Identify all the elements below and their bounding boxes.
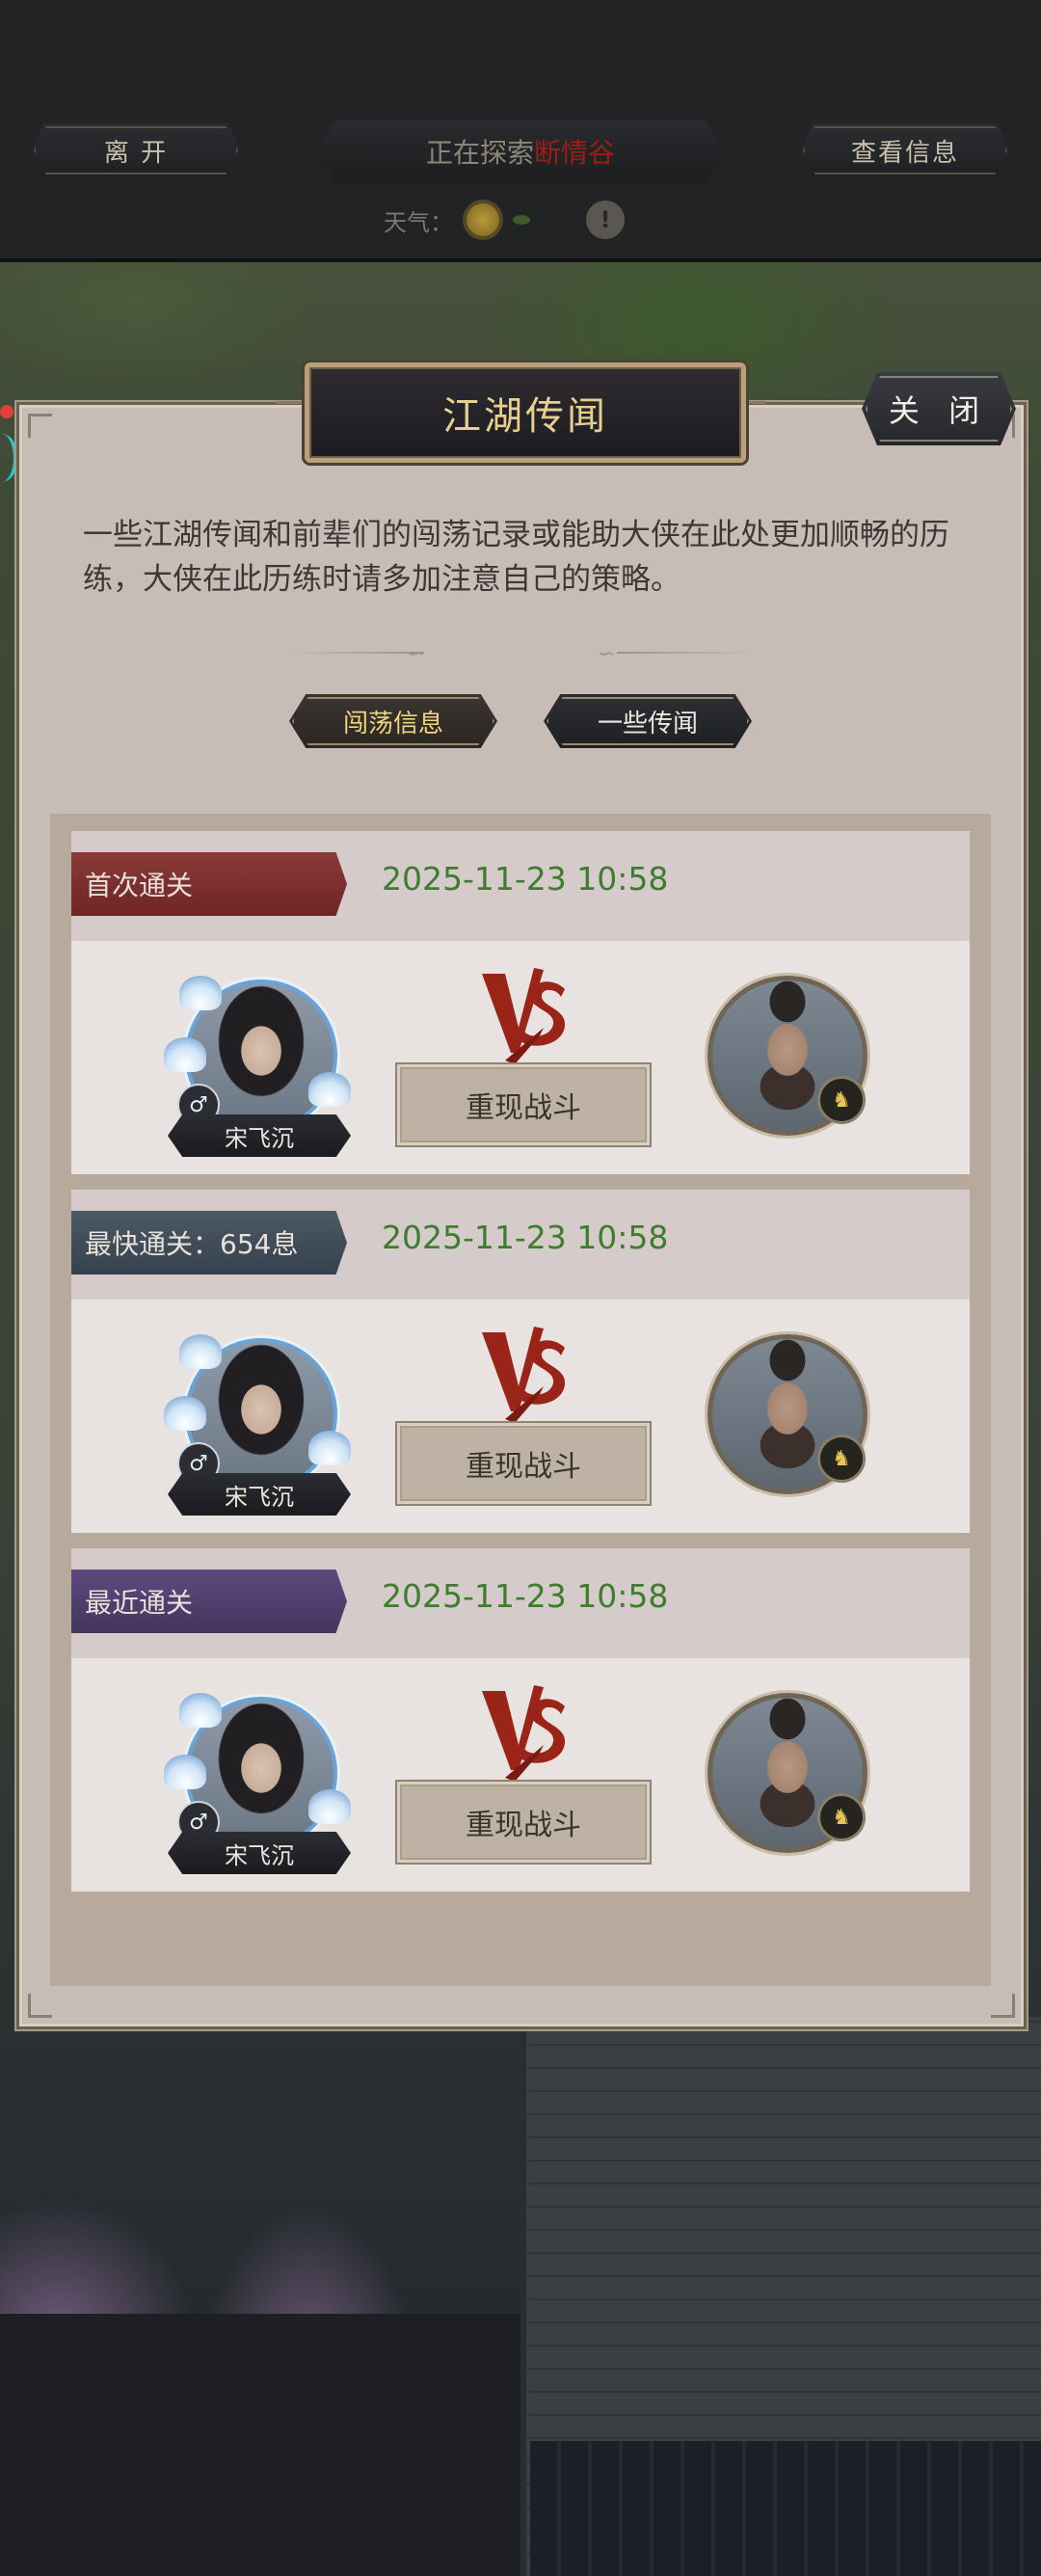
- corner-ornament: [28, 414, 52, 438]
- record-header: 最近通关 2025-11-23 10:58: [71, 1548, 970, 1658]
- record-header: 最快通关：654息 2025-11-23 10:58: [71, 1190, 970, 1300]
- view-info-button[interactable]: 查看信息: [800, 123, 1010, 177]
- title-ornament-left: [276, 401, 303, 419]
- gender-symbol: ♂: [189, 1810, 208, 1835]
- wave-ornament: [164, 1755, 206, 1789]
- wave-ornament: [179, 976, 222, 1010]
- swirl-ornament: ∽: [407, 642, 425, 666]
- wave-ornament: [164, 1037, 206, 1072]
- wave-ornament: [308, 1789, 351, 1824]
- view-info-label: 查看信息: [850, 138, 959, 168]
- wave-ornament: [179, 1334, 222, 1369]
- swirl-ornament: ∽: [598, 642, 616, 666]
- location-name: 断情谷: [534, 137, 616, 169]
- leave-label: 离 开: [103, 138, 169, 168]
- wave-ornament: [308, 1431, 351, 1465]
- record-body: ♂ 宋飞沉 重现战斗 ♞: [71, 941, 970, 1174]
- divider-left: [289, 652, 424, 654]
- exploring-location-banner: 正在探索 断情谷: [316, 120, 725, 183]
- corner-ornament: [991, 1994, 1015, 2018]
- record-badge: 最快通关：654息: [71, 1211, 347, 1275]
- enemy-rank-icon: ♞: [817, 1793, 866, 1841]
- panel-description: 一些江湖传闻和前辈们的闯荡记录或能助大侠在此处更加顺畅的历练，大侠在此历练时请多…: [83, 518, 949, 597]
- replay-label: 重现战斗: [466, 1450, 581, 1484]
- panel-title: 江湖传闻: [305, 362, 746, 463]
- record-header: 首次通关 2025-11-23 10:58: [71, 831, 970, 941]
- record-body: ♂ 宋飞沉 重现战斗 ♞: [71, 1658, 970, 1892]
- wave-ornament: [179, 1693, 222, 1728]
- weather-label: 天气：: [384, 208, 453, 236]
- player-portrait[interactable]: ♂ 宋飞沉: [164, 976, 351, 1157]
- record-badge: 首次通关: [71, 852, 347, 916]
- close-label: 关 闭: [888, 392, 990, 429]
- leaf-icon: [513, 215, 530, 225]
- player-name: 宋飞沉: [225, 1124, 294, 1152]
- player-name-plate: 宋飞沉: [168, 1473, 351, 1516]
- gender-symbol: ♂: [189, 1451, 208, 1476]
- player-name-plate: 宋飞沉: [168, 1832, 351, 1874]
- sun-icon: [467, 203, 499, 236]
- player-portrait[interactable]: ♂ 宋飞沉: [164, 1334, 351, 1516]
- weather-indicator: 天气： !: [384, 201, 625, 239]
- corner-ornament: [28, 1994, 52, 2018]
- top-bar: 离 开 正在探索 断情谷 查看信息 天气： !: [0, 0, 1041, 262]
- record-badge-text: 最快通关：654息: [85, 1228, 299, 1260]
- replay-label: 重现战斗: [466, 1091, 581, 1125]
- enemy-rank-icon: ♞: [817, 1076, 866, 1124]
- replay-label: 重现战斗: [466, 1809, 581, 1842]
- record-badge-text: 首次通关: [85, 870, 194, 901]
- record-time: 2025-11-23 10:58: [382, 860, 669, 898]
- record-card: 首次通关 2025-11-23 10:58 ♂ 宋飞沉 重现战斗 ♞: [71, 831, 970, 1174]
- divider-right: [617, 652, 752, 654]
- player-name: 宋飞沉: [225, 1841, 294, 1869]
- wave-ornament: [308, 1072, 351, 1107]
- record-time: 2025-11-23 10:58: [382, 1577, 669, 1615]
- replay-battle-button[interactable]: 重现战斗: [397, 1064, 650, 1145]
- building-roof: [530, 2441, 1041, 2576]
- vs-icon: [482, 1685, 566, 1782]
- record-card: 最快通关：654息 2025-11-23 10:58 ♂ 宋飞沉 重现战斗 ♞: [71, 1190, 970, 1533]
- record-time: 2025-11-23 10:58: [382, 1219, 669, 1256]
- leave-button[interactable]: 离 开: [31, 123, 241, 177]
- exploring-prefix: 正在探索: [425, 137, 534, 169]
- vs-icon: [482, 968, 566, 1064]
- record-card: 最近通关 2025-11-23 10:58 ♂ 宋飞沉 重现战斗 ♞: [71, 1548, 970, 1892]
- wave-ornament: [164, 1396, 206, 1431]
- replay-battle-button[interactable]: 重现战斗: [397, 1423, 650, 1504]
- panel-title-text: 江湖传闻: [442, 394, 608, 439]
- vs-icon: [482, 1327, 566, 1423]
- tab-label: 一些传闻: [597, 709, 698, 738]
- player-name-plate: 宋飞沉: [168, 1114, 351, 1157]
- tab-rumors[interactable]: 一些传闻: [544, 694, 752, 748]
- player-name: 宋飞沉: [225, 1483, 294, 1511]
- tab-adventure-info[interactable]: 闯荡信息: [289, 694, 497, 748]
- tab-label: 闯荡信息: [342, 709, 443, 738]
- notification-dot: [0, 405, 13, 418]
- record-badge: 最近通关: [71, 1570, 347, 1633]
- record-badge-text: 最近通关: [85, 1587, 194, 1619]
- alert-icon[interactable]: !: [586, 201, 625, 239]
- player-portrait[interactable]: ♂ 宋飞沉: [164, 1693, 351, 1874]
- record-body: ♂ 宋飞沉 重现战斗 ♞: [71, 1300, 970, 1533]
- gender-symbol: ♂: [189, 1092, 208, 1117]
- close-button[interactable]: 关 闭: [862, 372, 1016, 445]
- enemy-rank-icon: ♞: [817, 1435, 866, 1483]
- replay-battle-button[interactable]: 重现战斗: [397, 1782, 650, 1863]
